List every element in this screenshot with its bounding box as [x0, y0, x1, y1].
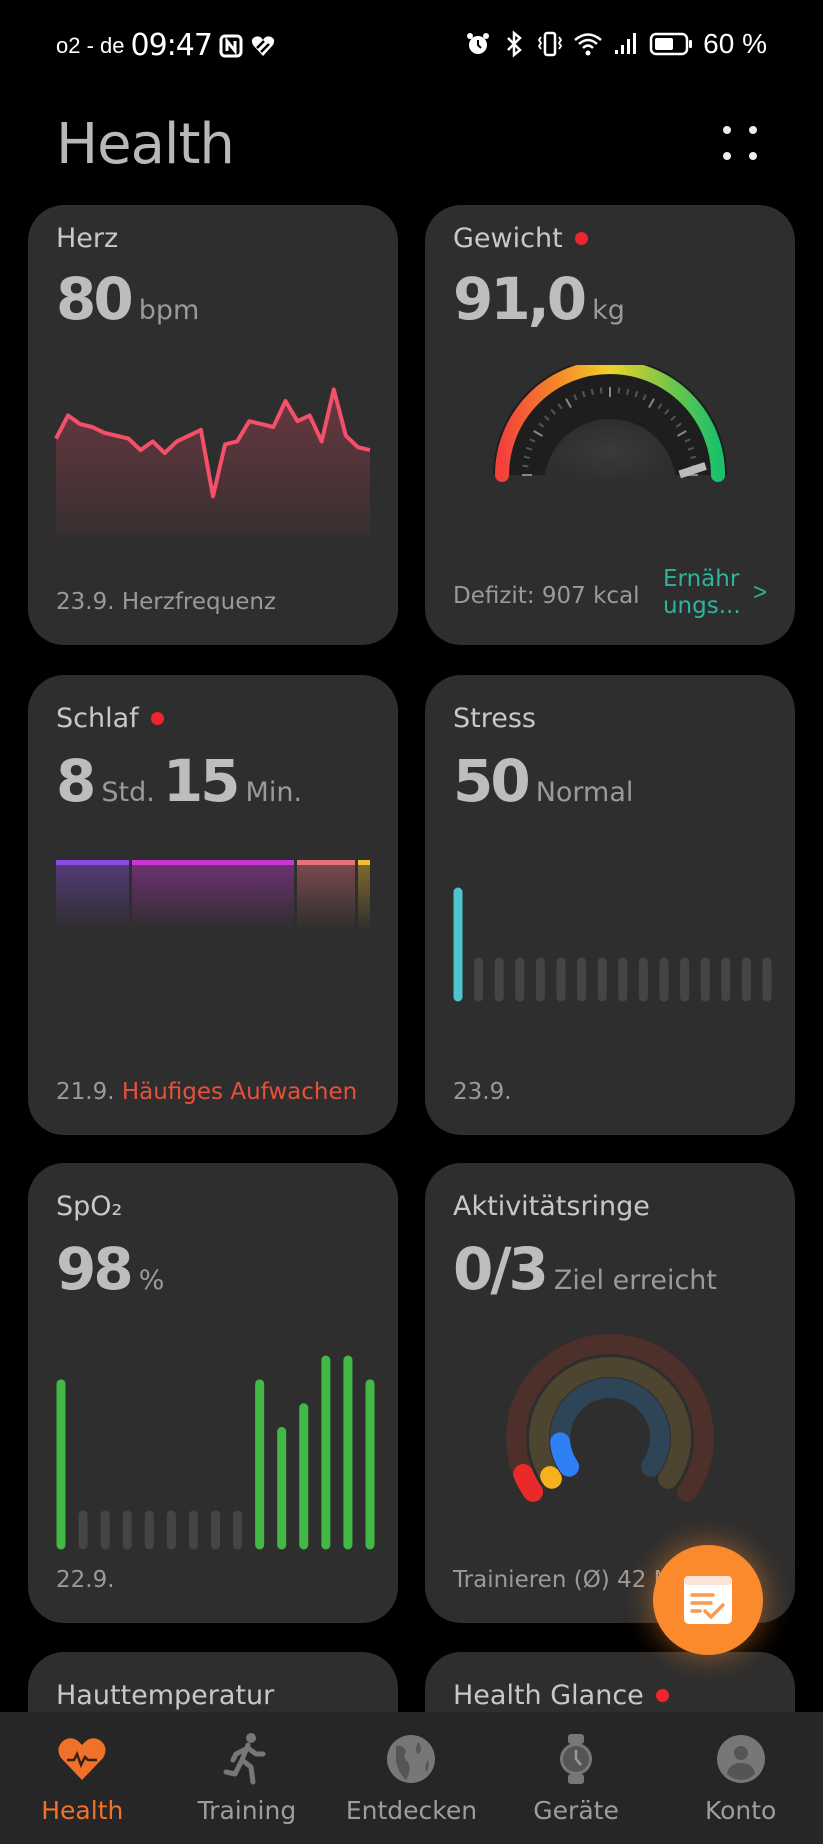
ring-track-stand	[550, 1378, 670, 1477]
battery-icon	[649, 32, 693, 56]
sleep-minutes-unit: Min.	[245, 777, 303, 808]
sleep-minutes: 15	[162, 747, 241, 815]
sleep-hours-unit: Std.	[101, 777, 155, 808]
heart-rate-chart	[54, 387, 371, 535]
nav-training-label: Training	[197, 1796, 297, 1825]
stress-title: Stress	[453, 703, 536, 734]
activity-rings	[506, 1334, 714, 1502]
page-title: Health	[56, 112, 235, 177]
gauge-tick	[599, 387, 603, 394]
running-icon	[223, 1733, 266, 1785]
battery-percent: 60 %	[703, 28, 767, 59]
spo2-date: 22.9.	[56, 1567, 115, 1593]
sleep-stage-chart	[56, 860, 370, 930]
sleep-card[interactable]: Schlaf 8 Std. 15 Min. 21.9. Häufiges Auf…	[28, 675, 398, 1135]
stress-card[interactable]: Stress 50 Normal 23.9.	[425, 675, 795, 1135]
heart-area	[56, 389, 370, 535]
checklist-fab-button[interactable]	[653, 1545, 763, 1655]
nav-account[interactable]: Konto	[666, 1732, 816, 1825]
heart-unit: bpm	[138, 295, 200, 326]
app-header: Health	[56, 100, 783, 190]
spo2-title: SpO₂	[56, 1191, 123, 1222]
sleep-date: 21.9.	[56, 1079, 115, 1105]
sleep-alert: Häufiges Aufwachen	[121, 1079, 358, 1105]
notification-dot	[150, 712, 164, 725]
alarm-icon	[467, 33, 490, 54]
chevron-right-icon: >	[752, 579, 767, 607]
nutrition-link[interactable]: Ernähr ungs... >	[663, 566, 767, 621]
nav-devices[interactable]: Geräte	[501, 1732, 651, 1825]
bluetooth-icon	[507, 30, 523, 58]
status-bar: o2 - de 09:47 60 %	[0, 0, 823, 90]
spo2-card[interactable]: SpO₂ 98 % 22.9.	[28, 1163, 398, 1623]
activity-value: 0/3	[453, 1235, 549, 1303]
stress-value: 50	[453, 747, 531, 815]
sleep-segment-deep	[56, 860, 130, 930]
nav-account-label: Konto	[704, 1796, 777, 1825]
nav-devices-label: Geräte	[533, 1796, 619, 1825]
sleep-title: Schlaf	[56, 703, 139, 734]
vibrate-icon	[538, 31, 563, 57]
carrier-label: o2 - de	[56, 32, 125, 58]
nav-health[interactable]: Health	[7, 1732, 157, 1825]
weight-title: Gewicht	[453, 223, 563, 254]
clock: 09:47	[130, 28, 213, 63]
gauge-tick	[522, 464, 529, 468]
notification-dot	[655, 1689, 669, 1702]
sleep-segment-rem	[296, 860, 355, 930]
nav-discover[interactable]: Entdecken	[336, 1732, 486, 1825]
spo2-chart	[56, 1355, 375, 1550]
gauge-tick	[690, 455, 697, 459]
grid-dots-icon[interactable]	[719, 122, 763, 166]
nfc-icon	[219, 34, 243, 57]
nav-health-label: Health	[41, 1796, 124, 1825]
weight-card[interactable]: Gewicht 91,0 kg Defizit: 907 kcal Ernähr…	[425, 205, 795, 645]
activity-label: Ziel erreicht	[553, 1265, 718, 1296]
bottom-nav: Health Training Entdecken Geräte Konto	[0, 1712, 823, 1844]
ring-progress-move	[513, 1463, 543, 1502]
heart-value: 80	[56, 265, 134, 333]
heart-title: Herz	[56, 223, 119, 254]
heart-card[interactable]: Herz 80 bpm 23.9. Herzfrequenz	[28, 205, 398, 645]
ring-progress-exercise	[540, 1466, 562, 1489]
weight-value: 91,0	[453, 265, 587, 333]
health-app-icon	[251, 35, 275, 56]
globe-icon	[387, 1735, 436, 1783]
gauge-tick	[617, 387, 621, 394]
signal-icon	[615, 33, 637, 54]
spo2-value: 98	[56, 1235, 134, 1303]
stress-chart	[453, 887, 772, 1002]
sleep-segment-light	[132, 860, 294, 930]
nav-discover-label: Entdecken	[345, 1796, 478, 1825]
skin-temp-title: Hauttemperatur	[56, 1680, 275, 1711]
gauge-tick	[590, 388, 594, 395]
wifi-icon	[574, 33, 602, 56]
nutrition-link-label: Ernähr ungs...	[662, 565, 741, 620]
weight-gauge	[493, 365, 727, 485]
ring-progress-stand	[550, 1432, 580, 1477]
calorie-deficit: Defizit: 907 kcal	[453, 583, 640, 609]
activity-title: Aktivitätsringe	[453, 1191, 650, 1222]
gauge-tick	[523, 455, 530, 459]
heart-pulse-icon	[58, 1738, 106, 1780]
sleep-segment-awake	[357, 860, 370, 930]
sleep-hours: 8	[56, 747, 96, 815]
heart-date: 23.9.	[56, 589, 115, 615]
gauge-tick	[626, 388, 630, 395]
watch-icon	[560, 1734, 593, 1784]
account-icon	[716, 1735, 765, 1783]
nav-training[interactable]: Training	[172, 1732, 322, 1825]
stress-date: 23.9.	[453, 1079, 512, 1105]
weight-unit: kg	[592, 295, 625, 326]
health-glance-title: Health Glance	[453, 1680, 644, 1711]
notification-dot	[574, 232, 588, 245]
checklist-icon	[684, 1576, 732, 1624]
training-avg: Trainieren (Ø) 42 Mi	[453, 1567, 680, 1593]
spo2-unit: %	[138, 1265, 165, 1296]
stress-label: Normal	[535, 777, 634, 808]
heart-footer-label: Herzfrequenz	[121, 589, 276, 615]
